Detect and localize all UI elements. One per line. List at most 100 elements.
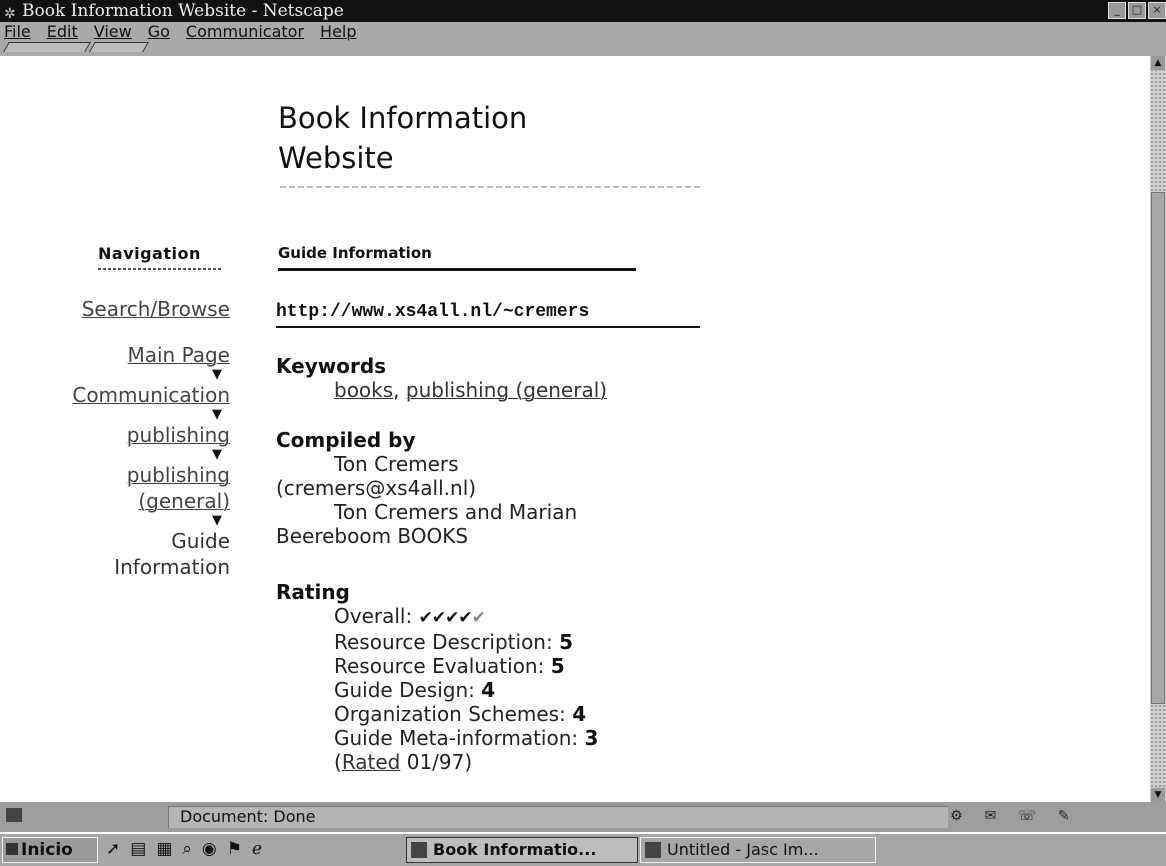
checkmark-icon: ✔ bbox=[458, 608, 472, 628]
window-controls: _ □ × bbox=[1108, 2, 1166, 19]
rating-label: Guide Design: bbox=[334, 678, 475, 702]
search-browse-link[interactable]: Search/Browse bbox=[82, 297, 230, 321]
quick-launch-search-icon[interactable]: ⌕ bbox=[182, 839, 192, 859]
rating-row: Resource Description: 5 bbox=[276, 630, 736, 654]
quick-launch-ie-icon[interactable]: ℯ bbox=[252, 839, 262, 859]
compiler-email: (cremers@xs4all.nl) bbox=[276, 476, 477, 500]
component-bar: ⚙ ✉ ☏ ✎ bbox=[950, 808, 1070, 824]
main-page-link[interactable]: Main Page bbox=[127, 343, 230, 367]
minimize-button[interactable]: _ bbox=[1108, 2, 1126, 19]
down-arrow-icon: ▼ bbox=[212, 513, 222, 528]
compiled-section: Compiled by Ton Cremers (cremers@xs4all.… bbox=[276, 428, 736, 548]
down-arrow-icon: ▼ bbox=[212, 447, 222, 462]
overall-checkmarks: ✔✔✔✔✔ bbox=[418, 608, 486, 628]
nav-item-publishing-general: publishing (general) bbox=[10, 462, 230, 514]
maximize-button[interactable]: □ bbox=[1128, 2, 1146, 19]
taskbar-item-book-information[interactable]: Book Informatio... bbox=[406, 837, 638, 863]
jasc-task-icon bbox=[645, 842, 661, 858]
taskbar: Inicio ➚ ▤ ▦ ⌕ ◉ ⚑ ℯ Book Informatio... … bbox=[0, 834, 1166, 866]
status-text: Document: Done bbox=[180, 807, 316, 826]
rating-row: Guide Meta-information: 3 bbox=[276, 726, 736, 750]
menu-go[interactable]: Go bbox=[148, 22, 170, 41]
rating-row: Resource Evaluation: 5 bbox=[276, 654, 736, 678]
rated-date: 01/97) bbox=[400, 750, 473, 774]
rating-heading: Rating bbox=[276, 580, 350, 604]
rating-label: Resource Evaluation: bbox=[334, 654, 545, 678]
guide-heading: Guide Information bbox=[278, 244, 432, 262]
page-title: Book Information Website bbox=[278, 98, 527, 178]
rating-label: Resource Description: bbox=[334, 630, 553, 654]
menu-communicator[interactable]: Communicator bbox=[186, 22, 304, 41]
close-button[interactable]: × bbox=[1148, 2, 1166, 19]
quick-launch-app-icon[interactable]: ▦ bbox=[156, 839, 172, 859]
keyword-publishing-general-link[interactable]: publishing (general) bbox=[406, 378, 607, 402]
windows-logo-icon bbox=[6, 843, 18, 855]
composer-icon[interactable]: ✎ bbox=[1058, 808, 1070, 824]
nav-item-search-browse: Search/Browse bbox=[10, 296, 230, 322]
nav-item-publishing: publishing bbox=[10, 422, 230, 448]
checkmark-icon: ✔ bbox=[431, 608, 446, 628]
netscape-task-icon bbox=[411, 842, 427, 858]
task-label: Untitled - Jasc Im... bbox=[667, 840, 819, 859]
rating-row: Organization Schemes: 4 bbox=[276, 702, 736, 726]
page-title-line1: Book Information bbox=[278, 101, 528, 135]
scroll-down-arrow-icon[interactable]: ▼ bbox=[1151, 788, 1165, 802]
menu-edit[interactable]: Edit bbox=[47, 22, 78, 41]
start-button[interactable]: Inicio bbox=[2, 837, 98, 863]
rating-value: 5 bbox=[550, 654, 565, 678]
menu-bar: File Edit View Go Communicator Help bbox=[0, 22, 1166, 56]
checkmark-icon: ✔ bbox=[445, 608, 459, 628]
menu-help[interactable]: Help bbox=[320, 22, 356, 41]
nav-divider bbox=[98, 268, 222, 270]
compiler-org-cont: Beereboom BOOKS bbox=[276, 524, 469, 548]
quick-launch-arrow-icon[interactable]: ➚ bbox=[106, 839, 120, 859]
overall-label: Overall: bbox=[334, 604, 413, 628]
keywords-section: Keywords books, publishing (general) bbox=[276, 354, 736, 402]
publishing-link[interactable]: publishing bbox=[127, 423, 230, 447]
scroll-thumb[interactable] bbox=[1151, 192, 1165, 704]
rated-link[interactable]: Rated bbox=[342, 750, 401, 774]
toolbar-tabs bbox=[0, 42, 160, 52]
publishing-general-link[interactable]: publishing (general) bbox=[127, 463, 230, 513]
toolbar-tab-location[interactable] bbox=[89, 42, 149, 52]
compiled-heading: Compiled by bbox=[276, 428, 416, 452]
title-bar: ✲ Book Information Website - Netscape _ … bbox=[0, 0, 1166, 22]
quick-launch: ➚ ▤ ▦ ⌕ ◉ ⚑ ℯ bbox=[106, 839, 262, 859]
rating-value: 5 bbox=[559, 630, 574, 654]
compiler-name: Ton Cremers bbox=[334, 452, 459, 476]
menu-list: File Edit View Go Communicator Help bbox=[4, 22, 357, 41]
security-lock-icon[interactable] bbox=[6, 808, 22, 822]
quick-launch-browser-icon[interactable]: ◉ bbox=[202, 839, 217, 859]
vertical-scrollbar[interactable]: ▲ ▼ bbox=[1150, 56, 1166, 802]
window-title: Book Information Website - Netscape bbox=[22, 1, 344, 21]
rated-prefix: ( bbox=[334, 750, 342, 774]
scroll-up-arrow-icon[interactable]: ▲ bbox=[1151, 56, 1165, 70]
checkmark-icon: ✔ bbox=[471, 608, 486, 628]
keyword-books-link[interactable]: books bbox=[334, 378, 393, 402]
rating-value: 4 bbox=[572, 702, 587, 726]
url-divider bbox=[276, 326, 700, 328]
rating-value: 3 bbox=[584, 726, 599, 750]
navigator-icon[interactable]: ⚙ bbox=[950, 808, 963, 824]
quick-launch-folder-icon[interactable]: ▤ bbox=[130, 839, 146, 859]
rating-label: Guide Meta-information: bbox=[334, 726, 579, 750]
toolbar-tab-navigation[interactable] bbox=[3, 42, 91, 52]
nav-list: Search/Browse Main Page ▼ Communication … bbox=[10, 296, 230, 580]
taskbar-item-jasc[interactable]: Untitled - Jasc Im... bbox=[640, 837, 876, 863]
quick-launch-tool-icon[interactable]: ⚑ bbox=[227, 839, 242, 859]
guide-url[interactable]: http://www.xs4all.nl/~cremers bbox=[276, 302, 589, 322]
menu-view[interactable]: View bbox=[94, 22, 132, 41]
start-label: Inicio bbox=[21, 840, 73, 860]
task-label: Book Informatio... bbox=[433, 840, 597, 859]
rating-label: Organization Schemes: bbox=[334, 702, 566, 726]
rating-row: Guide Design: 4 bbox=[276, 678, 736, 702]
communication-link[interactable]: Communication bbox=[72, 383, 230, 407]
status-bar: Document: Done ⚙ ✉ ☏ ✎ bbox=[0, 802, 1166, 832]
mail-icon[interactable]: ✉ bbox=[985, 808, 997, 824]
menu-file[interactable]: File bbox=[4, 22, 31, 41]
keywords-line: books, publishing (general) bbox=[334, 378, 608, 402]
discussion-icon[interactable]: ☏ bbox=[1018, 808, 1036, 824]
page-content: Book Information Website Navigation Sear… bbox=[0, 56, 1150, 802]
checkmark-icon: ✔ bbox=[418, 608, 433, 628]
